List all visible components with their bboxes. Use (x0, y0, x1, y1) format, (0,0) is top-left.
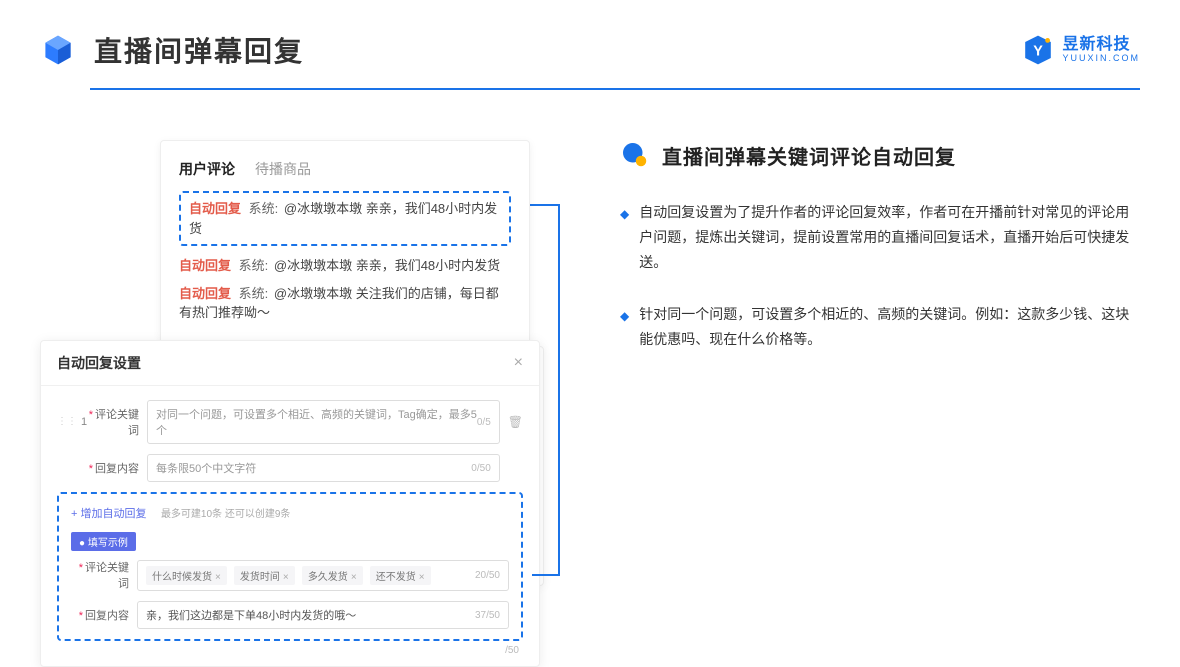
close-icon[interactable]: × (514, 354, 523, 372)
bullet-item: ◆ 自动回复设置为了提升作者的评论回复效率，作者可在开播前针对常见的评论用户问题… (620, 200, 1140, 276)
logo-name: 昱新科技 (1062, 36, 1140, 54)
settings-card: 自动回复设置 × ⋮⋮1 *评论关键词 对同一个问题，可设置多个相近、高频的关键… (40, 340, 540, 667)
comment-text: @冰墩墩本墩 亲亲，我们48小时内发货 (274, 258, 500, 273)
add-hint: 最多可建10条 还可以创建9条 (161, 509, 290, 520)
content-label: 回复内容 (95, 463, 139, 475)
form-row-keyword: ⋮⋮1 *评论关键词 对同一个问题，可设置多个相近、高频的关键词，Tag确定，最… (57, 400, 523, 444)
example-content-label: 回复内容 (85, 610, 129, 622)
example-box: + 增加自动回复 最多可建10条 还可以创建9条 ● 填写示例 *评论关键词 什… (57, 492, 523, 641)
system-label: 系统: (239, 286, 269, 301)
bullet-icon: ◆ (620, 306, 629, 352)
system-label: 系统: (239, 258, 269, 273)
bullet-item: ◆ 针对同一个问题，可设置多个相近的、高频的关键词。例如：这款多少钱、这块能优惠… (620, 302, 1140, 352)
keyword-placeholder: 对同一个问题，可设置多个相近、高频的关键词，Tag确定，最多5个 (156, 406, 477, 438)
tab-user-comments[interactable]: 用户评论 (179, 159, 235, 179)
auto-reply-tag: 自动回复 (179, 286, 231, 301)
logo-url: YUUXIN.COM (1062, 54, 1140, 64)
example-keyword-label: 评论关键词 (85, 562, 129, 590)
content-input[interactable]: 每条限50个中文字符 0/50 (147, 454, 500, 482)
bullet-text: 针对同一个问题，可设置多个相近的、高频的关键词。例如：这款多少钱、这块能优惠吗、… (639, 302, 1140, 352)
logo-icon: Y (1022, 34, 1054, 66)
remove-tag-icon[interactable]: × (419, 572, 425, 583)
page-title: 直播间弹幕回复 (94, 30, 1022, 70)
content-placeholder: 每条限50个中文字符 (156, 460, 256, 476)
drag-handle-icon[interactable]: ⋮⋮ (57, 417, 77, 427)
logo: Y 昱新科技 YUUXIN.COM (1022, 34, 1140, 66)
example-content-counter: 37/50 (475, 610, 500, 621)
form-row-content: *回复内容 每条限50个中文字符 0/50 🗑 (57, 454, 523, 482)
example-badge: ● 填写示例 (71, 532, 136, 551)
keyword-counter: 0/5 (477, 417, 491, 428)
section-title: 直播间弹幕关键词评论自动回复 (662, 141, 956, 170)
example-keyword-input[interactable]: 什么时候发货× 发货时间× 多久发货× 还不发货× 20/50 (137, 560, 509, 591)
comment-row: 自动回复 系统: @冰墩墩本墩 亲亲，我们48小时内发货 (179, 256, 511, 276)
comment-card: 用户评论 待播商品 自动回复 系统: @冰墩墩本墩 亲亲，我们48小时内发货 自… (160, 140, 530, 346)
example-keyword-row: *评论关键词 什么时候发货× 发货时间× 多久发货× 还不发货× 20/50 (71, 559, 509, 591)
remove-tag-icon[interactable]: × (351, 572, 357, 583)
system-label: 系统: (249, 201, 279, 216)
add-auto-reply-link[interactable]: + 增加自动回复 (71, 508, 146, 520)
example-content-value: 亲，我们这边都是下单48小时内发货的哦～ (146, 607, 356, 623)
keyword-label: 评论关键词 (95, 409, 139, 437)
example-content-input[interactable]: 亲，我们这边都是下单48小时内发货的哦～ 37/50 (137, 601, 509, 629)
tag-chip: 多久发货× (302, 566, 363, 585)
tag-chip: 发货时间× (234, 566, 295, 585)
chat-bubble-icon (620, 140, 650, 170)
content-counter: 0/50 (471, 463, 490, 474)
tag-chip: 什么时候发货× (146, 566, 227, 585)
example-keyword-counter: 20/50 (475, 570, 500, 581)
delete-icon[interactable]: 🗑 (508, 415, 523, 429)
connector-line (532, 574, 560, 576)
bullet-text: 自动回复设置为了提升作者的评论回复效率，作者可在开播前针对常见的评论用户问题，提… (639, 200, 1140, 276)
remove-tag-icon[interactable]: × (283, 572, 289, 583)
tag-chip: 还不发货× (370, 566, 431, 585)
remove-tag-icon[interactable]: × (215, 572, 221, 583)
svg-text:Y: Y (1034, 44, 1044, 60)
connector-line (558, 204, 560, 574)
auto-reply-tag: 自动回复 (189, 201, 241, 216)
example-content-row: *回复内容 亲，我们这边都是下单48小时内发货的哦～ 37/50 (71, 601, 509, 629)
settings-title: 自动回复设置 (57, 353, 141, 373)
auto-reply-tag: 自动回复 (179, 258, 231, 273)
connector-line (528, 204, 558, 206)
highlighted-comment: 自动回复 系统: @冰墩墩本墩 亲亲，我们48小时内发货 (179, 191, 511, 246)
bullet-icon: ◆ (620, 204, 629, 276)
keyword-input[interactable]: 对同一个问题，可设置多个相近、高频的关键词，Tag确定，最多5个 0/5 (147, 400, 500, 444)
cube-icon (40, 32, 76, 68)
background-counter: /50 (57, 641, 523, 656)
comment-row: 自动回复 系统: @冰墩墩本墩 关注我们的店铺，每日都有热门推荐呦～ (179, 284, 511, 323)
tab-pending-goods[interactable]: 待播商品 (255, 159, 311, 179)
